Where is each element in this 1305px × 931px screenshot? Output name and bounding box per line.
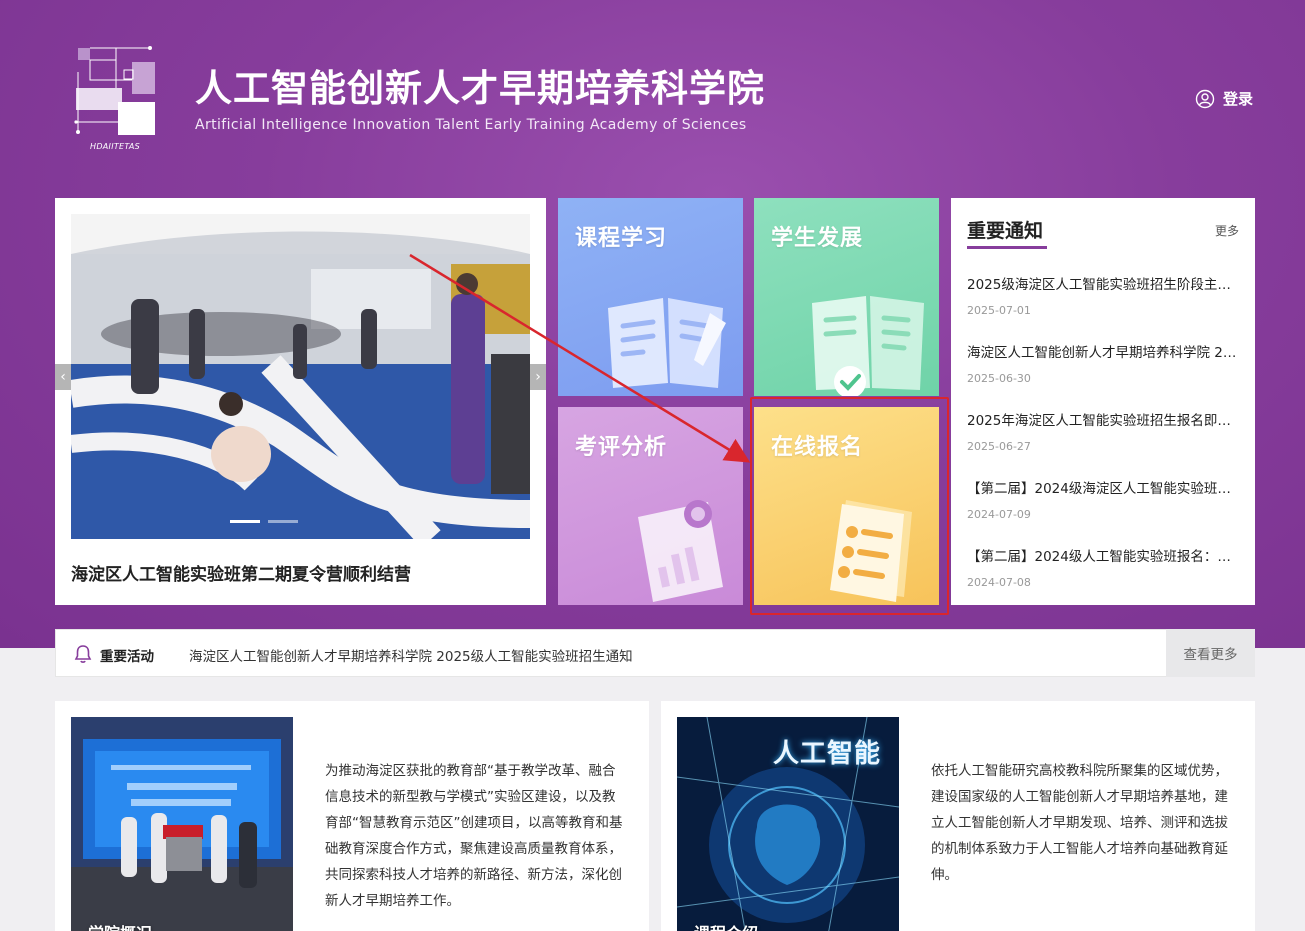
course-card: 人工智能 课程介绍 依托人工智能研究高校教科院所聚集的区域优势，建设国家级的人工… — [661, 701, 1255, 931]
notice-title: 2025年海淀区人工智能实验班招生报名即将开始 — [967, 413, 1241, 429]
notices-title: 重要通知 — [967, 220, 1044, 242]
tile-label: 在线报名 — [771, 435, 864, 460]
logo-caption: HDAIITETAS — [90, 142, 141, 151]
notice-date: 2025-06-27 — [967, 440, 1031, 453]
report-chart-icon — [638, 500, 723, 602]
tile-evaluation[interactable]: 考评分析 — [558, 407, 743, 605]
overview-label: 学院概况 — [88, 920, 152, 931]
notice-date: 2024-07-08 — [967, 576, 1031, 589]
checklist-icon — [830, 500, 912, 602]
tile-course-study[interactable]: 课程学习 — [558, 198, 743, 396]
login-button[interactable]: 登录 — [1195, 88, 1253, 109]
notices-more-link[interactable]: 更多 — [1215, 222, 1239, 239]
overview-image[interactable]: 学院概况 — [71, 717, 293, 931]
notice-title: 海淀区人工智能创新人才早期培养科学院 2025级人工智能实验班招生通知 — [967, 345, 1241, 361]
activity-label: 重要活动 — [100, 649, 154, 665]
notice-title: 【第二届】2024级海淀区人工智能实验班招生通知 — [967, 481, 1241, 497]
notice-title: 2025级海淀区人工智能实验班招生阶段主要事项说明 — [967, 277, 1241, 293]
notice-item[interactable]: 2025级海淀区人工智能实验班招生阶段主要事项说明 2025-07-01 — [967, 273, 1241, 317]
carousel-dot[interactable] — [268, 520, 298, 523]
activity-headline[interactable]: 海淀区人工智能创新人才早期培养科学院 2025级人工智能实验班招生通知 — [189, 645, 633, 665]
open-book-icon — [608, 298, 726, 388]
site-subtitle: Artificial Intelligence Innovation Talen… — [195, 117, 747, 133]
site-title: 人工智能创新人才早期培养科学院 — [195, 67, 765, 110]
notice-item[interactable]: 【第二届】2024级海淀区人工智能实验班招生通知 2024-07-09 — [967, 477, 1241, 521]
course-text: 依托人工智能研究高校教科院所聚集的区域优势，建设国家级的人工智能创新人才早期培养… — [931, 763, 1228, 883]
carousel-dots — [230, 520, 298, 523]
overview-text: 为推动海淀区获批的教育部“基于教学改革、融合信息技术的新型教与学模式”实验区建设… — [325, 763, 623, 909]
notice-date: 2024-07-09 — [967, 508, 1031, 521]
course-image[interactable]: 人工智能 课程介绍 — [677, 717, 899, 931]
notices-panel: 重要通知 更多 2025级海淀区人工智能实验班招生阶段主要事项说明 2025-0… — [951, 198, 1255, 605]
chevron-left-icon: ‹ — [60, 369, 66, 385]
notices-title-underline — [967, 246, 1047, 249]
chevron-right-icon: › — [535, 369, 541, 385]
notice-item[interactable]: 2025年海淀区人工智能实验班招生报名即将开始 2025-06-27 — [967, 409, 1241, 453]
login-label: 登录 — [1223, 90, 1254, 108]
ai-image-text: 人工智能 — [773, 739, 882, 769]
notice-item[interactable]: 【第二届】2024级人工智能实验班报名：常见问题 2024-07-08 — [967, 545, 1241, 589]
notice-item[interactable]: 海淀区人工智能创新人才早期培养科学院 2025级人工智能实验班招生通知 2025… — [967, 341, 1241, 385]
carousel-prev-button[interactable]: ‹ — [55, 364, 71, 390]
activity-bar: 重要活动 海淀区人工智能创新人才早期培养科学院 2025级人工智能实验班招生通知… — [55, 629, 1255, 677]
tile-student-growth[interactable]: 学生发展 — [754, 198, 939, 396]
notice-title: 【第二届】2024级人工智能实验班报名：常见问题 — [967, 549, 1241, 565]
overview-card: 学院概况 为推动海淀区获批的教育部“基于教学改革、融合信息技术的新型教与学模式”… — [55, 701, 649, 931]
tile-label: 课程学习 — [575, 226, 668, 251]
carousel-caption[interactable]: 海淀区人工智能实验班第二期夏令营顺利结营 — [71, 560, 411, 585]
user-circle-icon — [1195, 89, 1215, 108]
bell-icon — [74, 645, 92, 663]
notebook-check-icon — [812, 296, 924, 396]
tile-label: 考评分析 — [575, 435, 668, 460]
view-more-button[interactable]: 查看更多 — [1166, 629, 1255, 677]
course-label: 课程介绍 — [694, 920, 758, 931]
tile-label: 学生发展 — [771, 226, 864, 251]
carousel-dot[interactable] — [230, 520, 260, 523]
notice-date: 2025-07-01 — [967, 304, 1031, 317]
notice-date: 2025-06-30 — [967, 372, 1031, 385]
tile-online-signup[interactable]: 在线报名 — [754, 407, 939, 605]
carousel-photo[interactable] — [71, 214, 530, 539]
carousel-next-button[interactable]: › — [530, 364, 546, 390]
news-carousel[interactable]: 海淀区人工智能实验班第二期夏令营顺利结营 — [55, 198, 546, 605]
academy-logo — [74, 46, 155, 135]
